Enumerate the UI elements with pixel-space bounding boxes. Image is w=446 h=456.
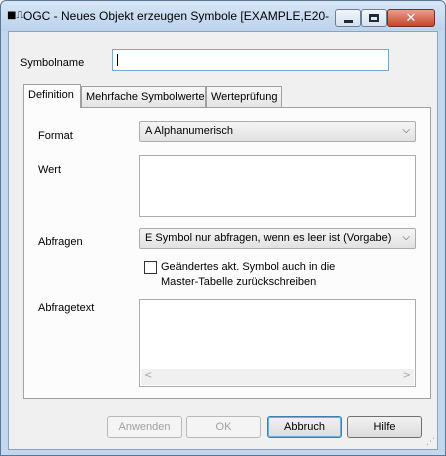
format-select[interactable]: A Alphanumerisch ⌵	[139, 121, 416, 142]
tab-mehrfache-symbolwerte[interactable]: Mehrfache Symbolwerte	[81, 86, 206, 107]
scroll-right-icon[interactable]: >	[403, 370, 411, 381]
apply-button[interactable]: Anwenden	[107, 416, 182, 438]
writeback-label-line2: Master-Tabelle zurückschreiben	[161, 276, 317, 288]
abfragetext-textarea[interactable]: < >	[139, 299, 416, 387]
tab-definition[interactable]: Definition	[23, 84, 81, 108]
symbolname-input[interactable]	[112, 49, 389, 71]
chevron-down-icon: ⌵	[402, 125, 410, 136]
abfragetext-hscrollbar[interactable]: < >	[141, 369, 414, 385]
help-button[interactable]: Hilfe	[347, 416, 422, 438]
writeback-checkbox[interactable]	[144, 261, 157, 274]
chevron-down-icon: ⌵	[402, 232, 410, 243]
abfragen-select[interactable]: E Symbol nur abfragen, wenn es leer ist …	[139, 228, 416, 249]
symbolname-label: Symbolname	[20, 57, 85, 69]
tab-panel-definition: Format A Alphanumerisch ⌵ Wert Abfragen …	[23, 107, 431, 399]
maximize-button[interactable]	[361, 9, 387, 27]
window-title: OGC - Neues Objekt erzeugen Symbole [EXA…	[23, 9, 329, 23]
close-button[interactable]: ✕	[387, 9, 435, 27]
tab-definition-label: Definition	[28, 89, 74, 101]
dialog-window: ■⎍ OGC - Neues Objekt erzeugen Symbole […	[0, 0, 446, 456]
abfragen-value: E Symbol nur abfragen, wenn es leer ist …	[145, 232, 392, 244]
writeback-label-line1: Geändertes akt. Symbol auch in die	[161, 261, 336, 273]
tab-mehrfache-symbolwerte-label: Mehrfache Symbolwerte	[86, 91, 205, 103]
close-icon: ✕	[405, 10, 417, 26]
resize-grip-icon[interactable]: ⋰	[426, 437, 435, 447]
wert-label: Wert	[38, 164, 62, 176]
maximize-icon	[369, 14, 379, 22]
cancel-button[interactable]: Abbruch	[267, 416, 342, 438]
format-label: Format	[38, 130, 73, 142]
title-bar[interactable]: ■⎍ OGC - Neues Objekt erzeugen Symbole […	[1, 1, 445, 31]
tab-wertepruefung-label: Werteprüfung	[211, 91, 278, 103]
minimize-button[interactable]	[335, 9, 361, 27]
app-icon: ■⎍	[7, 10, 24, 21]
ok-button[interactable]: OK	[186, 416, 261, 438]
text-caret	[117, 54, 118, 66]
scroll-left-icon[interactable]: <	[144, 370, 152, 381]
tab-wertepruefung[interactable]: Werteprüfung	[206, 86, 282, 107]
wert-textarea[interactable]	[139, 155, 416, 217]
minimize-icon	[343, 19, 353, 23]
dialog-client: Symbolname Definition Mehrfache Symbolwe…	[8, 31, 438, 450]
abfragen-label: Abfragen	[38, 236, 83, 248]
format-value: A Alphanumerisch	[145, 125, 234, 137]
abfragetext-label: Abfragetext	[38, 302, 95, 314]
